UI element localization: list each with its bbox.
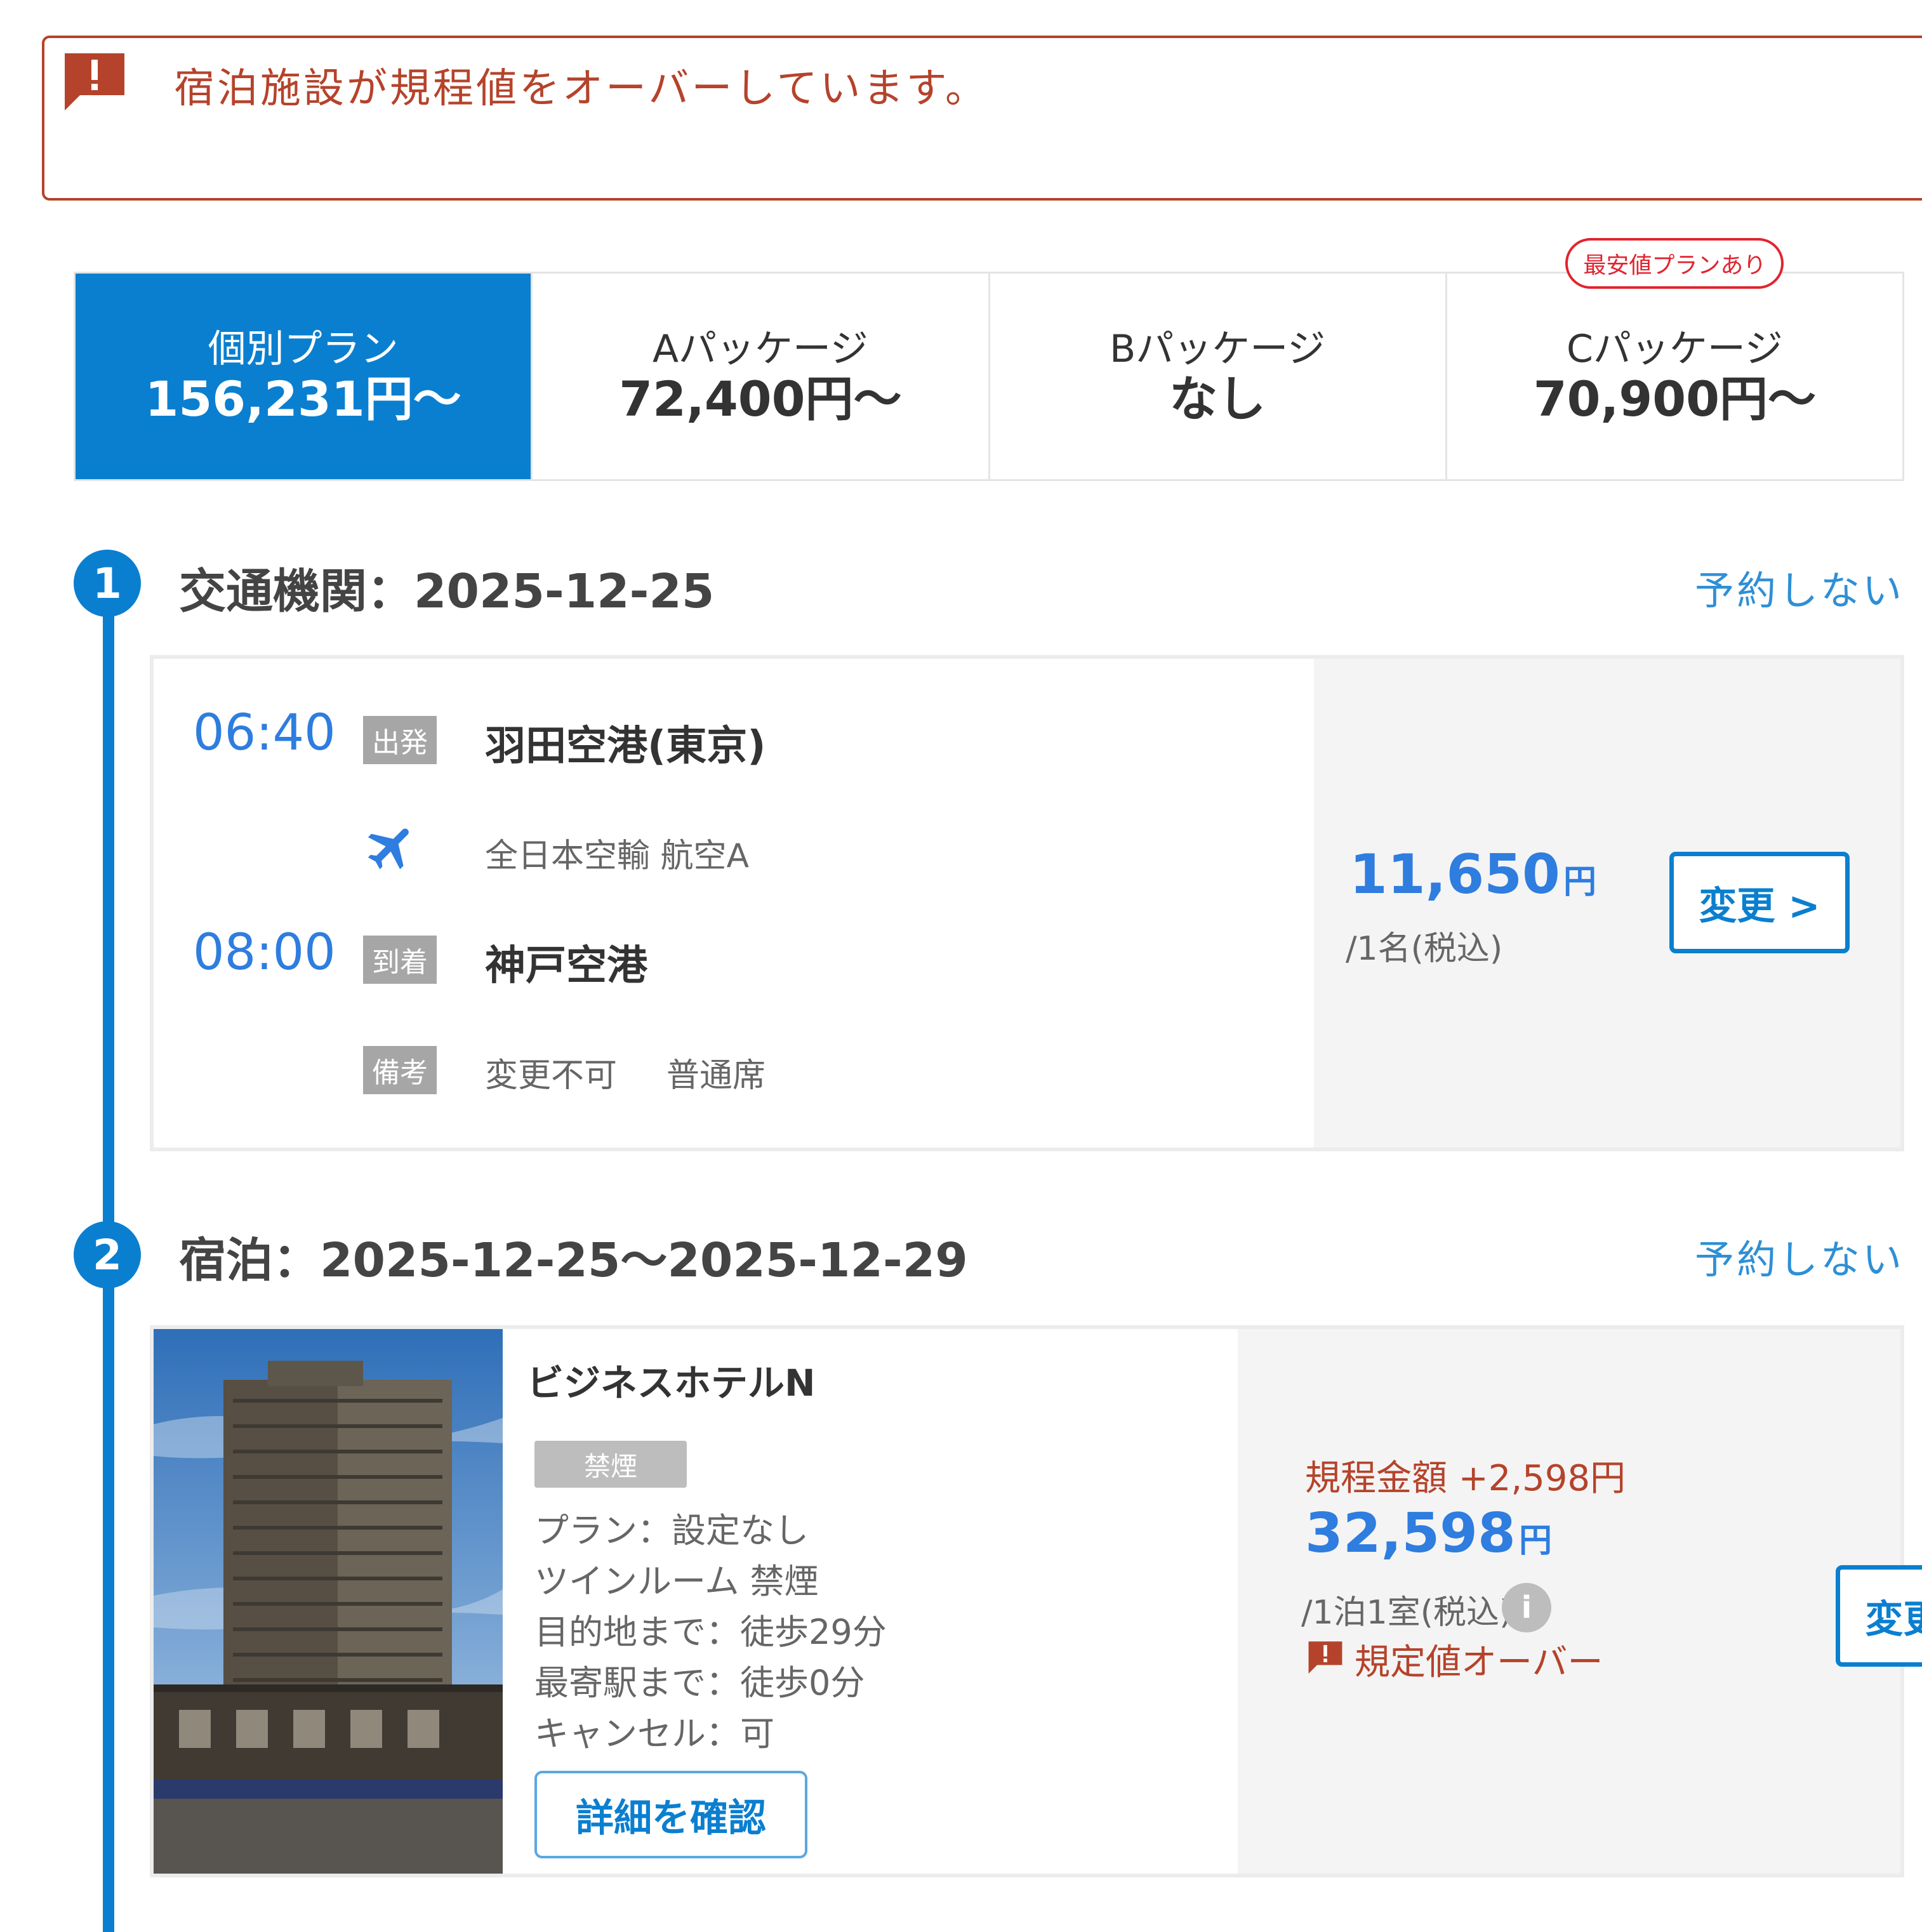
tab-name: Cパッケージ [1567, 327, 1783, 371]
flight-price-panel: 11,650 円 /1名(税込) 変更 > [1314, 659, 1900, 1148]
step-number: 1 [74, 550, 141, 617]
tab-price: 156,231円〜 [145, 371, 461, 427]
price-note: /1泊1室(税込) [1301, 1594, 1513, 1632]
flight-card: 06:40 出発 羽田空港(東京) 全日本空輸 航空A 08:00 到着 神戸空… [150, 655, 1904, 1151]
step-number: 2 [74, 1221, 141, 1288]
arrival-airport: 神戸空港 [485, 943, 647, 989]
hotel-plan: プラン：設定なし [534, 1511, 809, 1551]
hotel-price-panel: 規程金額 +2,598円 32,598 円 /1泊1室(税込) i 規定値オーバ… [1238, 1329, 1922, 1874]
transport-skip-link[interactable]: 予約しない [1695, 559, 1904, 616]
arrival-time: 08:00 [193, 924, 336, 981]
plan-tabs: 個別プラン 156,231円〜 Aパッケージ 72,400円〜 Bパッケージ な… [74, 238, 1904, 481]
view-details-button[interactable]: 詳細を確認 [534, 1771, 807, 1858]
airplane-icon [363, 819, 420, 876]
departure-airport: 羽田空港(東京) [485, 723, 766, 770]
tab-price: 70,900円〜 [1533, 371, 1817, 427]
non-smoking-badge: 禁煙 [534, 1441, 687, 1488]
hotel-skip-link[interactable]: 予約しない [1695, 1227, 1904, 1285]
flight-price: 11,650 円 [1349, 843, 1596, 906]
info-icon[interactable]: i [1502, 1583, 1551, 1632]
remark-item: 普通席 [666, 1057, 766, 1095]
tab-package-a[interactable]: Aパッケージ 72,400円〜 [533, 274, 990, 479]
hotel-cancel-policy: キャンセル：可 [534, 1714, 774, 1754]
hotel-distance-destination: 目的地まで：徒歩29分 [534, 1612, 887, 1652]
carrier-name: 全日本空輸 航空A [485, 837, 750, 875]
price-note: /1名(税込) [1346, 930, 1503, 968]
hotel-card: ビジネスホテルN 禁煙 プラン：設定なし ツインルーム 禁煙 目的地まで：徒歩2… [150, 1325, 1922, 1877]
tab-price: なし [1169, 371, 1266, 427]
policy-difference: 規程金額 +2,598円 [1305, 1458, 1626, 1499]
hotel-name: ビジネスホテルN [527, 1361, 816, 1405]
departure-time: 06:40 [193, 705, 336, 762]
hotel-details: プラン：設定なし ツインルーム 禁煙 目的地まで：徒歩29分 最寄駅まで：徒歩0… [534, 1505, 887, 1759]
tab-name: Bパッケージ [1110, 327, 1326, 371]
price-amount: 11,650 [1349, 843, 1560, 906]
warning-icon [1306, 1640, 1344, 1674]
hotel-change-button[interactable]: 変更 > [1836, 1565, 1922, 1667]
tab-price: 72,400円〜 [619, 371, 902, 427]
over-limit-label: 規定値オーバー [1355, 1642, 1603, 1683]
cheapest-plan-badge: 最安値プランあり [1565, 238, 1784, 289]
tab-name: Aパッケージ [652, 327, 868, 371]
transport-section-title: 交通機関：2025-12-25 [179, 564, 715, 619]
hotel-section-title: 宿泊：2025-12-25〜2025-12-29 [179, 1233, 968, 1288]
arrival-tag: 到着 [363, 936, 437, 984]
tab-package-c[interactable]: 最安値プランあり Cパッケージ 70,900円〜 [1447, 238, 1902, 479]
price-unit: 円 [1563, 863, 1596, 901]
flight-change-button[interactable]: 変更 > [1669, 852, 1850, 953]
price-amount: 32,598 [1305, 1502, 1516, 1565]
remark-item: 変更不可 [485, 1057, 618, 1095]
hotel-price: 32,598 円 [1305, 1502, 1552, 1565]
tab-individual-plan[interactable]: 個別プラン 156,231円〜 [76, 274, 533, 479]
hotel-photo [154, 1329, 503, 1874]
departure-tag: 出発 [363, 716, 437, 764]
price-unit: 円 [1518, 1522, 1552, 1560]
alert-icon [61, 51, 128, 112]
hotel-room-type: ツインルーム 禁煙 [534, 1561, 819, 1601]
tab-name: 個別プラン [208, 327, 399, 371]
hotel-distance-station: 最寄駅まで：徒歩0分 [534, 1663, 865, 1703]
alert-message: 宿泊施設が規程値をオーバーしています。 [174, 65, 989, 112]
remarks-tag: 備考 [363, 1046, 437, 1094]
tab-package-b[interactable]: Bパッケージ なし [990, 274, 1447, 479]
